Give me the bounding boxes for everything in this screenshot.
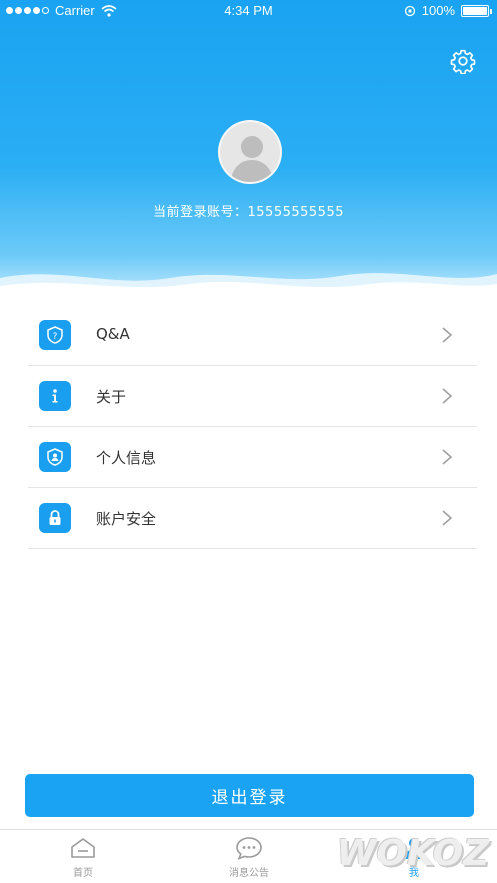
- home-icon: [71, 838, 95, 858]
- gear-icon[interactable]: [450, 48, 476, 74]
- chevron-right-icon: [442, 388, 453, 404]
- tab-messages[interactable]: 消息公告: [199, 836, 299, 879]
- info-icon: [39, 381, 71, 411]
- default-avatar-icon: [230, 136, 274, 182]
- account-number: 15555555555: [247, 205, 344, 220]
- battery-icon: [461, 4, 492, 17]
- lock-icon: [39, 503, 71, 533]
- menu-item-account-security[interactable]: 账户安全: [0, 488, 497, 549]
- settings-menu: ? Q&A 关于 个人信息 账户安全: [0, 305, 497, 549]
- menu-item-about[interactable]: 关于: [0, 366, 497, 427]
- question-shield-icon: ?: [39, 320, 71, 350]
- menu-label-personal-info: 个人信息: [96, 449, 157, 467]
- menu-label-qa: Q&A: [96, 325, 130, 343]
- account-info: 当前登录账号：15555555555: [0, 201, 497, 220]
- message-icon: [236, 837, 262, 860]
- account-label: 当前登录账号：: [153, 205, 248, 220]
- logout-button[interactable]: 退出登录: [25, 774, 474, 817]
- battery-percent: 100%: [421, 3, 455, 18]
- header-wave: [0, 273, 497, 300]
- menu-label-account-security: 账户安全: [96, 510, 157, 528]
- tab-home[interactable]: 首页: [33, 836, 133, 879]
- user-shield-icon: [39, 442, 71, 472]
- status-bar: Carrier 4:34 PM 100%: [0, 0, 497, 22]
- chevron-right-icon: [442, 449, 453, 465]
- menu-item-qa[interactable]: ? Q&A: [0, 305, 497, 366]
- avatar[interactable]: [218, 120, 282, 184]
- profile-header: Carrier 4:34 PM 100% 当前登录账号：15555555555: [0, 0, 497, 300]
- menu-label-about: 关于: [96, 388, 127, 406]
- menu-item-personal-info[interactable]: 个人信息: [0, 427, 497, 488]
- chevron-right-icon: [442, 510, 453, 526]
- tab-label-messages: 消息公告: [229, 868, 269, 879]
- tab-label-home: 首页: [73, 868, 93, 879]
- chevron-right-icon: [442, 327, 453, 343]
- orientation-lock-icon: [404, 5, 415, 16]
- svg-text:?: ?: [53, 332, 58, 342]
- watermark-logo: WOKOZ: [336, 832, 490, 874]
